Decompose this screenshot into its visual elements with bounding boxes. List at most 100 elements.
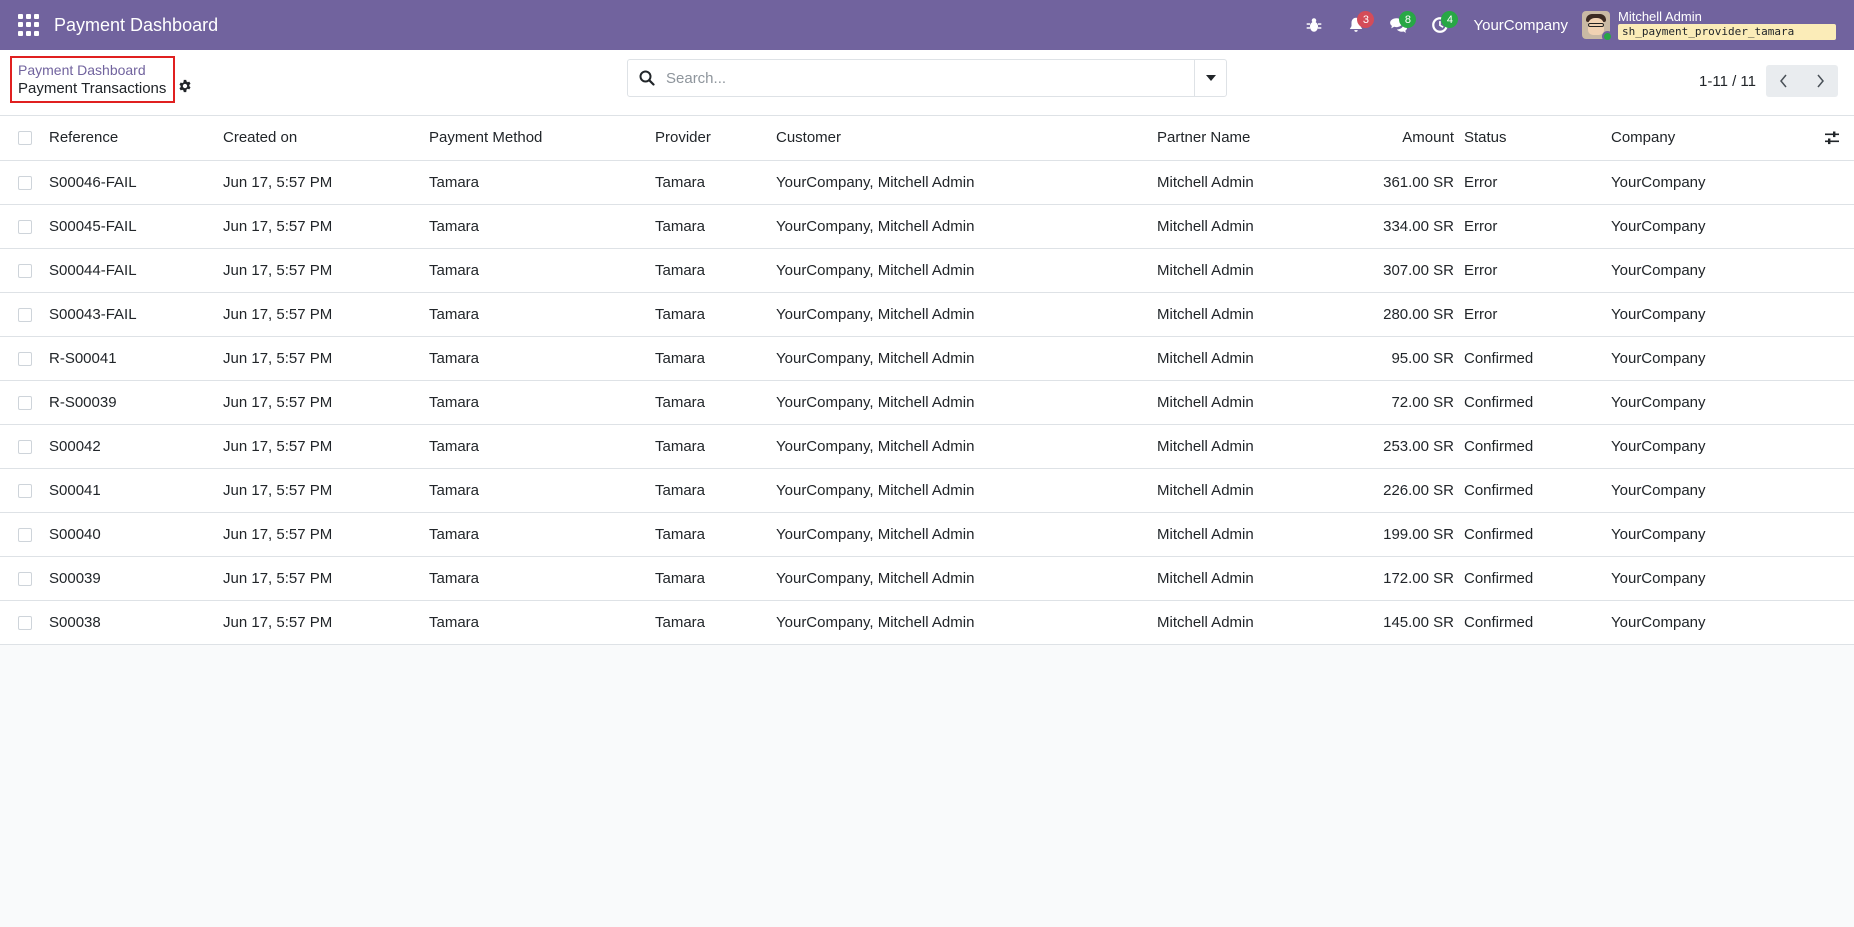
column-header-status[interactable]: Status [1464, 116, 1611, 161]
select-all-checkbox[interactable] [18, 131, 32, 146]
cell-partner-name: Mitchell Admin [1157, 336, 1337, 381]
cell-partner-name: Mitchell Admin [1157, 600, 1337, 645]
row-checkbox[interactable] [18, 395, 32, 410]
row-checkbox[interactable] [18, 527, 32, 542]
transactions-table: Reference Created on Payment Method Prov… [0, 116, 1854, 645]
cell-amount: 72.00 SR [1337, 380, 1464, 425]
cell-reference: S00045-FAIL [49, 204, 223, 249]
row-checkbox[interactable] [18, 439, 32, 454]
table-row[interactable]: S00045-FAIL Jun 17, 5:57 PM Tamara Tamara Yo… [0, 204, 1854, 249]
row-checkbox[interactable] [18, 571, 32, 586]
pager-previous-button[interactable] [1766, 65, 1802, 97]
cell-partner-name: Mitchell Admin [1157, 204, 1337, 249]
cell-amount: 280.00 SR [1337, 292, 1464, 337]
table-row[interactable]: S00044-FAIL Jun 17, 5:57 PM Tamara Tamara Yo… [0, 248, 1854, 293]
row-checkbox[interactable] [18, 219, 32, 234]
row-checkbox[interactable] [18, 351, 32, 366]
activities-button[interactable]: 4 [1419, 0, 1461, 50]
cell-reference: S00043-FAIL [49, 292, 223, 337]
row-select-cell [0, 424, 49, 469]
table-row[interactable]: S00039 Jun 17, 5:57 PM Tamara Tamara YourCom… [0, 556, 1854, 601]
cell-provider: Tamara [655, 204, 776, 249]
table-row[interactable]: S00041 Jun 17, 5:57 PM Tamara Tamara YourCom… [0, 468, 1854, 513]
column-header-customer[interactable]: Customer [776, 116, 1157, 161]
cell-partner-name: Mitchell Admin [1157, 556, 1337, 601]
search-input[interactable] [666, 60, 1194, 96]
debug-icon[interactable] [1293, 0, 1335, 50]
cell-reference: S00038 [49, 600, 223, 645]
app-menu-icon[interactable] [18, 14, 40, 36]
row-select-cell [0, 248, 49, 293]
table-row[interactable]: S00042 Jun 17, 5:57 PM Tamara Tamara YourCom… [0, 424, 1854, 469]
cell-amount: 307.00 SR [1337, 248, 1464, 293]
row-select-cell [0, 600, 49, 645]
table-row[interactable]: R-S00041 Jun 17, 5:57 PM Tamara Tamara YourC… [0, 336, 1854, 381]
row-checkbox[interactable] [18, 615, 32, 630]
cell-payment-method: Tamara [429, 380, 655, 425]
cell-payment-method: Tamara [429, 336, 655, 381]
gear-icon[interactable] [178, 79, 192, 93]
pager-value[interactable]: 1-11 / 11 [1699, 73, 1756, 90]
cell-company: YourCompany [1611, 424, 1810, 469]
column-header-reference[interactable]: Reference [49, 116, 223, 161]
row-checkbox[interactable] [18, 175, 32, 190]
cell-created-on: Jun 17, 5:57 PM [223, 512, 429, 557]
table-row[interactable]: S00046-FAIL Jun 17, 5:57 PM Tamara Tamara Yo… [0, 160, 1854, 205]
notification-bell-button[interactable]: 3 [1335, 0, 1377, 50]
cell-provider: Tamara [655, 292, 776, 337]
cell-status: Error [1464, 204, 1611, 249]
column-header-amount[interactable]: Amount [1337, 116, 1464, 161]
cell-provider: Tamara [655, 600, 776, 645]
row-checkbox[interactable] [18, 263, 32, 278]
column-header-provider[interactable]: Provider [655, 116, 776, 161]
row-select-cell [0, 204, 49, 249]
column-header-partner-name[interactable]: Partner Name [1157, 116, 1337, 161]
cell-status: Confirmed [1464, 512, 1611, 557]
cell-company: YourCompany [1611, 556, 1810, 601]
search-icon [628, 60, 666, 96]
cell-provider: Tamara [655, 160, 776, 205]
cell-company: YourCompany [1611, 600, 1810, 645]
company-switcher[interactable]: YourCompany [1473, 17, 1568, 34]
row-checkbox[interactable] [18, 307, 32, 322]
cell-created-on: Jun 17, 5:57 PM [223, 160, 429, 205]
table-row[interactable]: S00038 Jun 17, 5:57 PM Tamara Tamara YourCom… [0, 600, 1854, 645]
optional-columns-toggle[interactable] [1810, 116, 1854, 161]
cell-customer: YourCompany, Mitchell Admin [776, 512, 1157, 557]
select-all-cell [0, 116, 49, 161]
cell-customer: YourCompany, Mitchell Admin [776, 468, 1157, 513]
cell-partner-name: Mitchell Admin [1157, 424, 1337, 469]
breadcrumb-parent-link[interactable]: Payment Dashboard [18, 61, 167, 79]
caret-down-icon [1205, 75, 1216, 81]
column-header-company[interactable]: Company [1611, 116, 1810, 161]
cell-status: Confirmed [1464, 336, 1611, 381]
column-header-created-on[interactable]: Created on [223, 116, 429, 161]
cell-created-on: Jun 17, 5:57 PM [223, 336, 429, 381]
row-select-cell [0, 160, 49, 205]
cell-amount: 334.00 SR [1337, 204, 1464, 249]
table-row[interactable]: R-S00039 Jun 17, 5:57 PM Tamara Tamara YourC… [0, 380, 1854, 425]
cell-partner-name: Mitchell Admin [1157, 292, 1337, 337]
cell-reference: R-S00041 [49, 336, 223, 381]
app-title[interactable]: Payment Dashboard [54, 15, 218, 36]
cell-created-on: Jun 17, 5:57 PM [223, 204, 429, 249]
pager-next-button[interactable] [1802, 65, 1838, 97]
cell-amount: 361.00 SR [1337, 160, 1464, 205]
row-spacer-cell [1810, 248, 1854, 293]
cell-payment-method: Tamara [429, 512, 655, 557]
table-row[interactable]: S00040 Jun 17, 5:57 PM Tamara Tamara YourCom… [0, 512, 1854, 557]
table-row[interactable]: S00043-FAIL Jun 17, 5:57 PM Tamara Tamara Yo… [0, 292, 1854, 337]
cell-customer: YourCompany, Mitchell Admin [776, 292, 1157, 337]
column-header-payment-method[interactable]: Payment Method [429, 116, 655, 161]
cell-reference: R-S00039 [49, 380, 223, 425]
cell-created-on: Jun 17, 5:57 PM [223, 248, 429, 293]
search-options-toggle[interactable] [1194, 60, 1226, 96]
row-checkbox[interactable] [18, 483, 32, 498]
top-navbar: Payment Dashboard 3 8 4 YourCompany Mitc… [0, 0, 1854, 50]
activity-count-badge: 3 [1357, 11, 1375, 28]
user-avatar[interactable] [1582, 11, 1613, 42]
row-select-cell [0, 380, 49, 425]
messaging-button[interactable]: 8 [1377, 0, 1419, 50]
user-menu[interactable]: Mitchell Admin sh_payment_provider_tamar… [1618, 10, 1836, 40]
chevron-right-icon [1817, 74, 1824, 88]
